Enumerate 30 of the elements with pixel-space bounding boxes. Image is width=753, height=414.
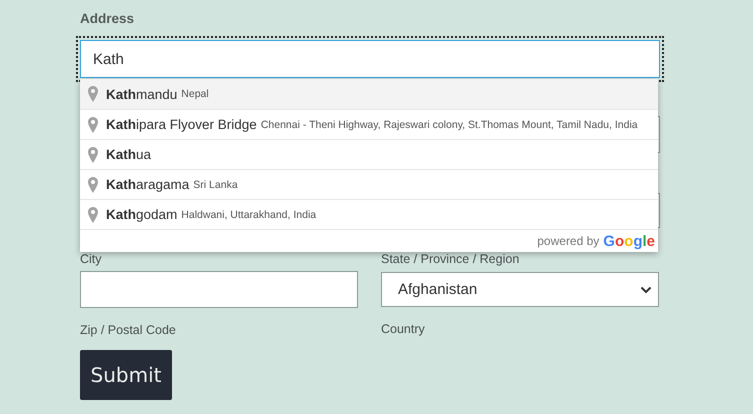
map-pin-icon bbox=[88, 176, 98, 192]
field-label: Zip / Postal Code bbox=[80, 323, 177, 337]
map-pin-icon bbox=[88, 116, 98, 132]
place-name: Kathmandu bbox=[106, 86, 178, 102]
suggestion-item[interactable]: Kathua bbox=[80, 139, 658, 169]
suggestion-item[interactable]: Kathipara Flyover Bridge Chennai - Theni Highway, Rajeswari colony, St.Thomas Mount, Tamil Nadu, India bbox=[80, 109, 658, 139]
brand-logo: Google bbox=[603, 232, 655, 250]
place-location: Chennai - Theni Highway, Rajeswari colony, St.Thomas Mount, Tamil Nadu, India bbox=[260, 118, 638, 130]
chevron-down-icon bbox=[640, 286, 652, 294]
place-name: Kathgodam bbox=[106, 207, 178, 222]
city-field[interactable] bbox=[80, 271, 358, 308]
field-label: State / Province / Region bbox=[381, 252, 520, 266]
field-label: City bbox=[80, 252, 103, 266]
place-location: Nepal bbox=[181, 88, 209, 100]
place-location: Haldwani, Uttarakhand, India bbox=[181, 208, 316, 220]
suggestion-item[interactable]: Katharagama Sri Lanka bbox=[80, 169, 658, 199]
place-location: Sri Lanka bbox=[193, 178, 238, 190]
attribution-text: powered by bbox=[537, 234, 600, 248]
suggestion-item[interactable]: Kathmandu Nepal bbox=[80, 79, 658, 109]
submit-button[interactable]: Submit bbox=[80, 350, 172, 400]
place-name: Kathua bbox=[106, 147, 152, 162]
map-pin-icon bbox=[88, 86, 98, 102]
map-pin-icon bbox=[88, 206, 98, 222]
field-label: Country bbox=[381, 322, 426, 337]
map-pin-icon bbox=[88, 146, 98, 162]
place-name: Kathipara Flyover Bridge bbox=[106, 117, 257, 132]
field-label: Address bbox=[80, 11, 136, 26]
place-name: Katharagama bbox=[106, 177, 190, 192]
country-select[interactable]: Afghanistan bbox=[381, 272, 659, 307]
suggestion-item[interactable]: Kathgodam Haldwani, Uttarakhand, India bbox=[80, 199, 658, 229]
